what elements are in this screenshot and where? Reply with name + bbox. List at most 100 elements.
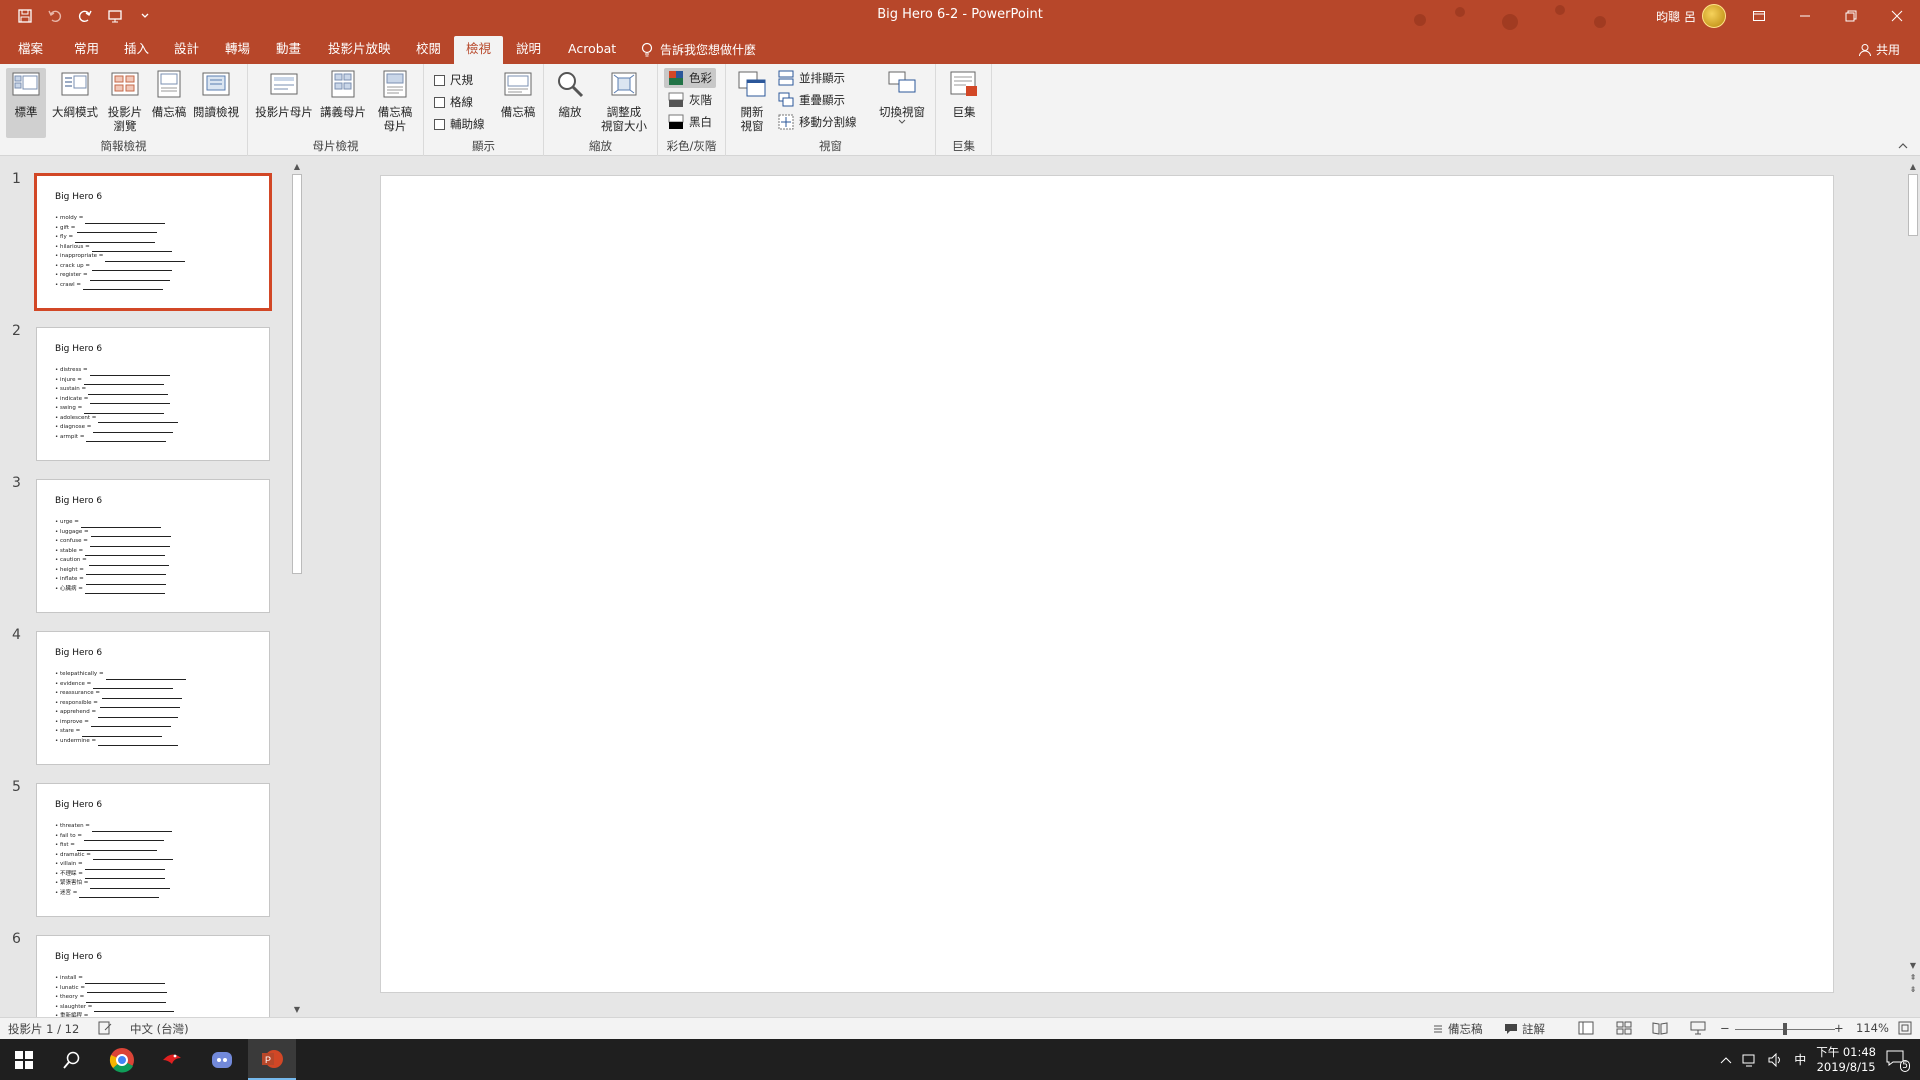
comments-label: 註解 [1522, 1022, 1545, 1036]
thumbnail-bullet-text: diagnose = [60, 424, 92, 430]
action-center-button[interactable]: 5 [1886, 1050, 1910, 1072]
outline-view-button[interactable]: 大綱模式 [50, 68, 100, 119]
ribbon-display-options-button[interactable] [1736, 0, 1782, 32]
comments-button[interactable]: 註解 [1504, 1021, 1545, 1037]
zoom-level[interactable]: 114% [1856, 1021, 1889, 1035]
slide-master-button[interactable]: 投影片母片 [254, 68, 314, 119]
next-slide-button[interactable]: ⇟ [1908, 985, 1918, 995]
chevron-up-icon[interactable] [1720, 1055, 1732, 1065]
fit-to-window-button[interactable]: 調整成 視窗大小 [594, 68, 654, 133]
tab-animations[interactable]: 動畫 [264, 36, 313, 64]
grayscale-button[interactable]: 灰階 [668, 90, 712, 110]
zoom-in-button[interactable]: + [1834, 1021, 1844, 1035]
zoom-slider-knob[interactable] [1783, 1023, 1787, 1035]
editor-scroll-up-arrow[interactable]: ▲ [1908, 162, 1918, 172]
minimize-button[interactable] [1782, 0, 1828, 32]
input-method-indicator[interactable]: 中 [1794, 1051, 1806, 1068]
sorter-view-status-button[interactable] [1616, 1021, 1632, 1035]
macros-button[interactable]: 巨集 [940, 68, 988, 119]
slide-thumbnail[interactable]: Big Hero 6 • telepathically = • evidence =… [36, 631, 270, 765]
macros-icon [950, 71, 977, 96]
tell-me-search[interactable]: 告訴我您想做什麼 [640, 36, 756, 64]
tab-insert[interactable]: 插入 [112, 36, 161, 64]
powerpoint-taskbar-button[interactable]: P [248, 1039, 296, 1080]
normal-view-status-button[interactable] [1578, 1021, 1594, 1035]
search-button[interactable] [48, 1039, 96, 1080]
new-window-button[interactable]: 開新 視窗 [732, 68, 772, 133]
tab-design[interactable]: 設計 [162, 36, 211, 64]
scroll-down-arrow[interactable]: ▼ [292, 1005, 302, 1015]
reading-view-status-button[interactable] [1652, 1021, 1668, 1035]
slide-thumbnail[interactable]: Big Hero 6 • distress = • injure = • sustai… [36, 327, 270, 461]
notes-button[interactable]: 備忘稿 [496, 68, 540, 119]
thumbnails-scroll-thumb[interactable] [292, 174, 302, 574]
chrome-taskbar-button[interactable] [98, 1039, 146, 1080]
tab-view[interactable]: 檢視 [454, 36, 504, 64]
group-label-macros: 巨集 [952, 139, 975, 153]
new-window-icon [738, 71, 766, 97]
thumbnail-bullet-item: • stare = [55, 727, 186, 737]
clock[interactable]: 下午 01:48 2019/8/15 [1816, 1045, 1876, 1075]
discord-taskbar-button[interactable] [198, 1039, 246, 1080]
account-button[interactable]: 昀聰 呂 [1656, 4, 1726, 28]
move-split-button[interactable]: 移動分割線 [778, 112, 857, 132]
msi-dragon-taskbar-button[interactable] [148, 1039, 196, 1080]
slide-canvas[interactable] [380, 175, 1834, 993]
macros-label: 巨集 [952, 105, 976, 119]
slideshow-status-button[interactable] [1690, 1021, 1706, 1035]
grayscale-label: 灰階 [689, 93, 712, 107]
arrange-all-button[interactable]: 並排顯示 [778, 68, 845, 88]
notes-page-button[interactable]: 備忘稿 [144, 68, 194, 119]
tab-acrobat[interactable]: Acrobat [556, 36, 628, 64]
thumbnails-scrollbar[interactable]: ▲ ▼ [290, 160, 304, 1017]
projector-icon [1690, 1021, 1706, 1035]
editor-scrollbar[interactable]: ▲ ▼ ⇞ ⇟ [1906, 160, 1920, 995]
notes-toggle-button[interactable]: 備忘稿 [1432, 1021, 1483, 1037]
collapse-ribbon-button[interactable] [1898, 139, 1908, 153]
scroll-up-arrow[interactable]: ▲ [292, 162, 302, 172]
tab-help[interactable]: 說明 [504, 36, 553, 64]
guides-checkbox[interactable]: 輔助線 [434, 116, 485, 132]
zoom-button[interactable]: 縮放 [550, 68, 590, 119]
ruler-checkbox[interactable]: 尺規 [434, 72, 473, 88]
previous-slide-button[interactable]: ⇞ [1908, 973, 1918, 983]
gridlines-checkbox[interactable]: 格線 [434, 94, 473, 110]
tab-transitions[interactable]: 轉場 [213, 36, 262, 64]
thumbnail-bullet-item: • slaughter = [55, 1003, 175, 1012]
black-white-button[interactable]: 黑白 [668, 112, 712, 132]
cascade-button[interactable]: 重疊顯示 [778, 90, 845, 110]
notes-master-button[interactable]: 備忘稿 母片 [370, 68, 420, 133]
notes-master-label-2: 母片 [383, 119, 407, 133]
slide-sorter-button[interactable]: 投影片 瀏覽 [100, 68, 150, 133]
slide-thumbnail[interactable]: Big Hero 6 • threaten = • fail to = • fist … [36, 783, 270, 917]
thumbnail-bullet-item: • undermine = [55, 737, 186, 746]
network-icon[interactable] [1742, 1053, 1758, 1067]
normal-view-icon [12, 72, 40, 96]
close-button[interactable] [1874, 0, 1920, 32]
start-button[interactable] [0, 1039, 48, 1080]
thumbnail-bullet-item: • urge = [55, 518, 171, 528]
slide-thumbnail[interactable]: Big Hero 6 • moldy = • gift = • fly = • hila… [34, 173, 272, 311]
restore-button[interactable] [1828, 0, 1874, 32]
tab-home[interactable]: 常用 [62, 36, 111, 64]
editor-scroll-down-arrow[interactable]: ▼ [1908, 961, 1918, 971]
tab-slideshow[interactable]: 投影片放映 [316, 36, 403, 64]
accessibility-check-button[interactable] [98, 1021, 112, 1035]
language-indicator[interactable]: 中文 (台灣) [130, 1021, 189, 1037]
slide-thumbnail[interactable]: Big Hero 6 • install = • lunatic = • theory… [36, 935, 270, 1017]
normal-view-button[interactable]: 標準 [6, 68, 46, 138]
share-button[interactable]: 共用 [1858, 36, 1900, 64]
volume-icon[interactable] [1768, 1052, 1784, 1067]
editor-scroll-thumb[interactable] [1908, 174, 1918, 236]
slide-thumbnail[interactable]: Big Hero 6 • urge = • luggage = • confuse =… [36, 479, 270, 613]
zoom-out-button[interactable]: − [1720, 1021, 1730, 1035]
fit-slide-button[interactable] [1898, 1021, 1912, 1035]
switch-windows-button[interactable]: 切換視窗 [872, 68, 932, 125]
tab-file[interactable]: 檔案 [6, 36, 55, 64]
tab-review[interactable]: 校閱 [404, 36, 453, 64]
reading-view-button[interactable]: 閱讀檢視 [188, 68, 244, 119]
notes-label: 備忘稿 [500, 105, 536, 119]
dragon-icon [163, 1053, 181, 1064]
color-button[interactable]: 色彩 [664, 68, 716, 88]
handout-master-button[interactable]: 講義母片 [316, 68, 370, 119]
